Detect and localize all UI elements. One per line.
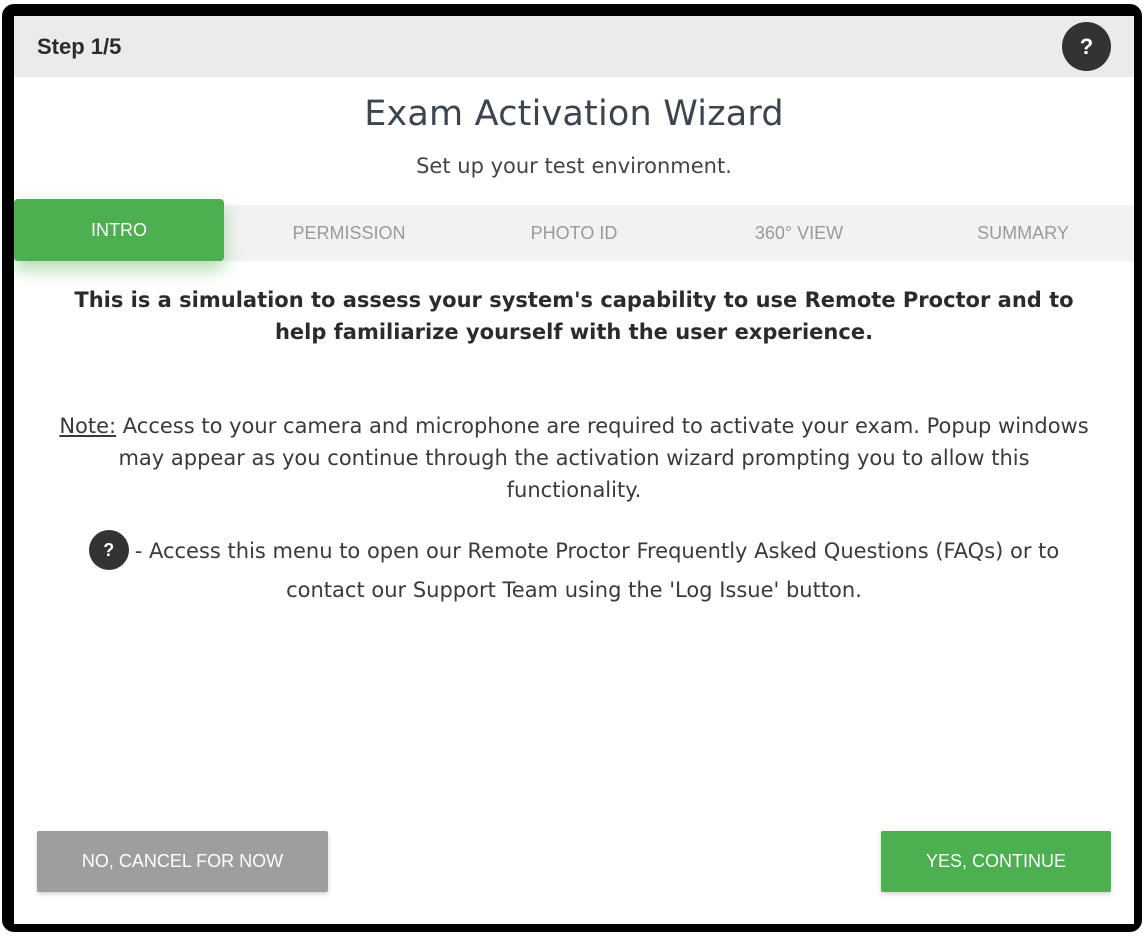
page-subtitle: Set up your test environment. — [416, 154, 732, 178]
step-indicator: Step 1/5 — [37, 34, 122, 59]
help-icon-inline: ? — [88, 530, 129, 570]
faq-text: - Access this menu to open our Remote Pr… — [134, 539, 1060, 602]
note-label: Note: — [59, 414, 117, 438]
page-title: Exam Activation Wizard — [364, 94, 784, 134]
tab-photo-id[interactable]: PHOTO ID — [462, 205, 686, 261]
continue-button[interactable]: YES, CONTINUE — [881, 831, 1111, 892]
note-paragraph: Note: Access to your camera and micropho… — [54, 410, 1094, 506]
wizard-steps-bar: INTRO PERMISSION PHOTO ID 360° VIEW SUMM… — [14, 199, 1134, 261]
note-text: Access to your camera and microphone are… — [116, 414, 1089, 502]
tab-intro[interactable]: INTRO — [14, 199, 224, 261]
tab-permission[interactable]: PERMISSION — [236, 205, 462, 261]
cancel-button[interactable]: NO, CANCEL FOR NOW — [37, 831, 328, 892]
dialog-header: Step 1/5 ? — [14, 16, 1134, 77]
wizard-dialog: Step 1/5 ? Exam Activation Wizard Set up… — [14, 16, 1134, 924]
faq-paragraph: ? - Access this menu to open our Remote P… — [74, 530, 1074, 609]
help-icon[interactable]: ? — [1062, 22, 1111, 71]
tab-summary[interactable]: SUMMARY — [912, 205, 1134, 261]
intro-message: This is a simulation to assess your syst… — [74, 288, 1074, 344]
tab-360-view[interactable]: 360° VIEW — [686, 205, 912, 261]
window-frame: Step 1/5 ? Exam Activation Wizard Set up… — [2, 4, 1142, 932]
